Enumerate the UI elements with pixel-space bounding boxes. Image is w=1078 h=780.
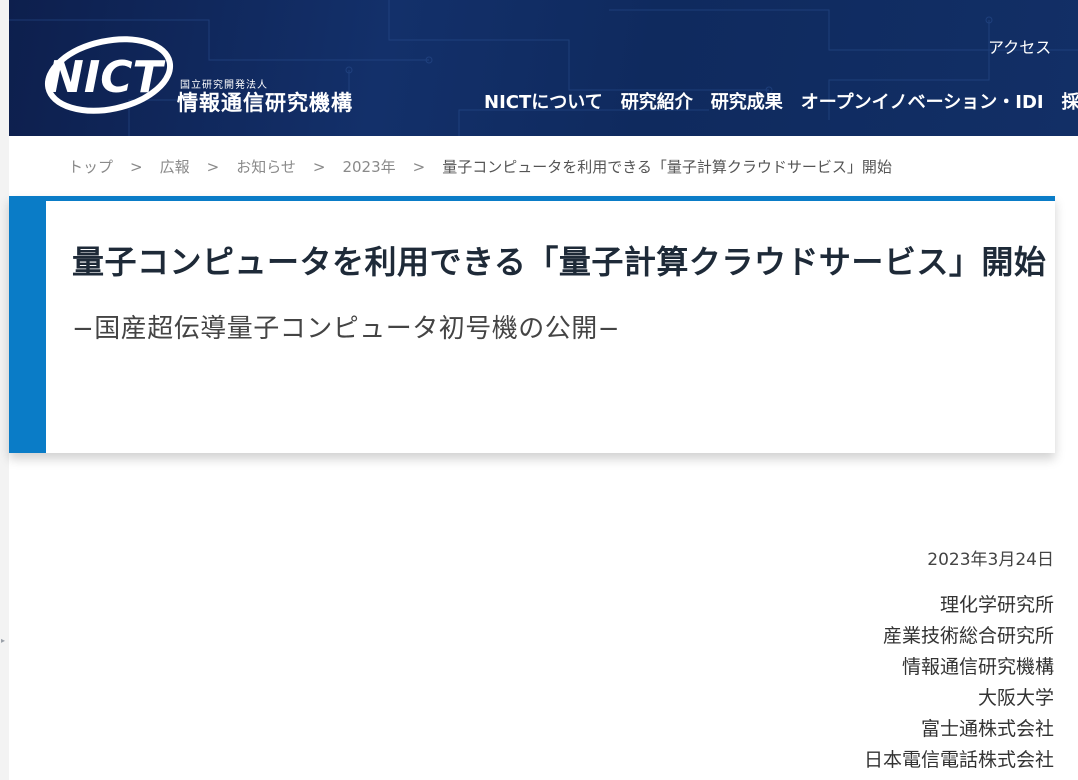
access-link[interactable]: アクセス: [988, 34, 1051, 58]
title-accent-bar: [9, 201, 46, 453]
organization-name: 産業技術総合研究所: [882, 625, 1054, 647]
nav-item-careers[interactable]: 採用: [1062, 88, 1078, 114]
breadcrumb-separator: >: [206, 158, 220, 176]
logo-org-name: 情報通信研究機構: [177, 91, 353, 115]
breadcrumb-separator: >: [412, 158, 426, 176]
release-date: 2023年3月24日: [927, 550, 1054, 570]
organization-name: 大阪大学: [977, 687, 1054, 709]
left-arrow-icon[interactable]: ▸: [1, 636, 5, 645]
nav-item-open-innovation[interactable]: オープンイノベーション・IDI: [801, 88, 1044, 114]
breadcrumb-current: 量子コンピュータを利用できる「量子計算クラウドサービス」開始: [442, 158, 892, 176]
organization-name: 理化学研究所: [939, 594, 1054, 616]
nict-logo-mark: NICT: [44, 36, 174, 114]
nav-item-about[interactable]: NICTについて: [484, 88, 603, 114]
release-meta: 2023年3月24日 理化学研究所 産業技術総合研究所 情報通信研究機構 大阪大…: [864, 545, 1054, 776]
breadcrumb: トップ > 広報 > お知らせ >2023年 > 量子コンピュータを利用できる「量子計算クラウ…: [68, 156, 892, 177]
organization-name: 富士通株式会社: [920, 718, 1054, 740]
breadcrumb-separator: >: [312, 158, 326, 176]
nict-logo-text: NICT: [47, 52, 165, 103]
organization-name: 日本電信電話株式会社: [863, 749, 1054, 771]
nict-logo[interactable]: NICT 国立研究開発法人 情報通信研究機構: [39, 28, 359, 128]
page-subtitle: −国産超伝導量子コンピュータ初号機の公開−: [72, 314, 621, 344]
global-nav: NICTについて 研究紹介 研究成果 オープンイノベーション・IDI 採用: [484, 88, 1078, 114]
breadcrumb-news[interactable]: お知らせ: [236, 158, 296, 176]
article-title-card: 量子コンピュータを利用できる「量子計算クラウドサービス」開始 −国産超伝導量子コ…: [9, 196, 1055, 453]
breadcrumb-year[interactable]: 2023年: [342, 158, 395, 176]
nav-item-results[interactable]: 研究成果: [711, 88, 783, 114]
site-header: NICT 国立研究開発法人 情報通信研究機構 アクセス NICTについて 研究紹…: [9, 0, 1078, 136]
breadcrumb-top[interactable]: トップ: [68, 158, 113, 176]
breadcrumb-separator: >: [130, 158, 143, 176]
nav-item-research[interactable]: 研究紹介: [621, 88, 693, 114]
breadcrumb-pr[interactable]: 広報: [160, 158, 190, 176]
page-title: 量子コンピュータを利用できる「量子計算クラウドサービス」開始: [72, 243, 1047, 281]
left-scroll-gutter: [0, 0, 9, 780]
organization-name: 情報通信研究機構: [901, 656, 1054, 678]
